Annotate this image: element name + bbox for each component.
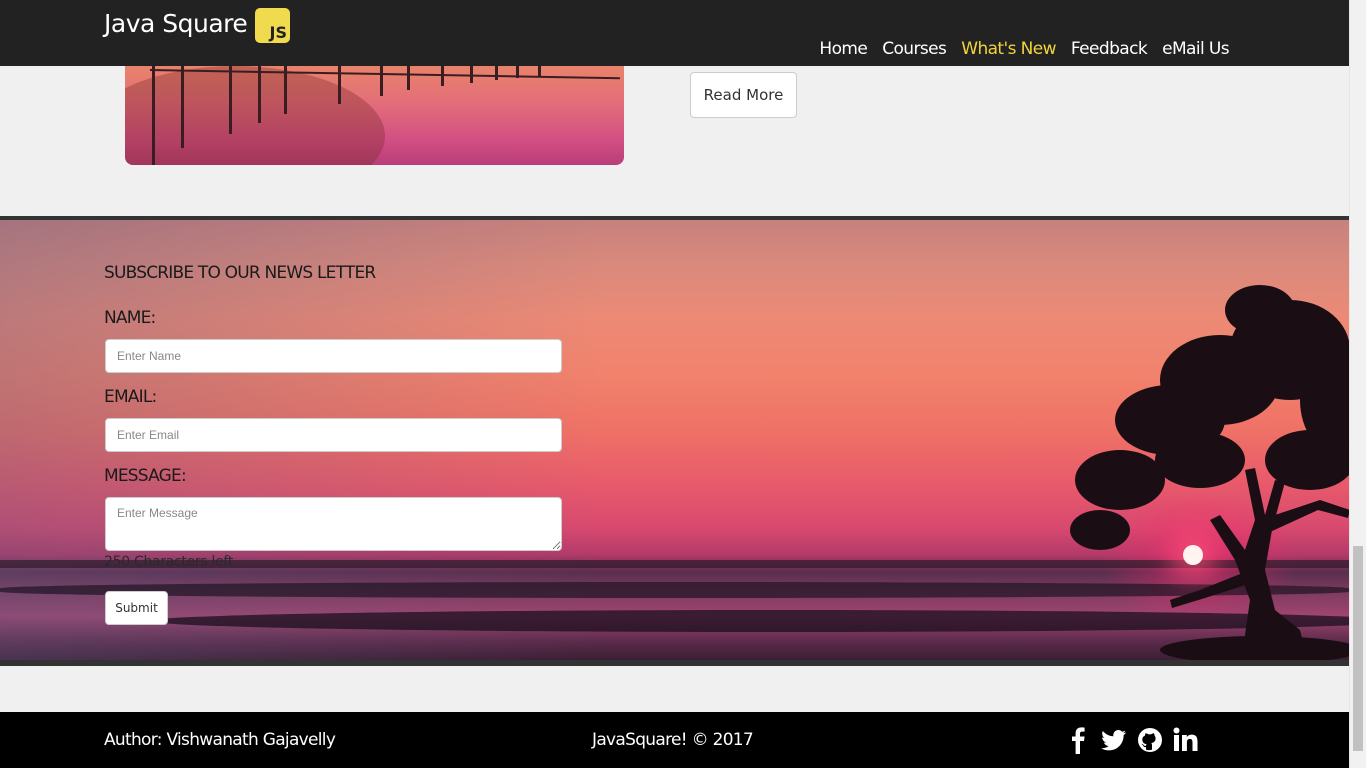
image-post (470, 66, 473, 83)
image-post (338, 66, 341, 104)
image-post (229, 66, 232, 134)
footer-copyright: JavaSquare! © 2017 (592, 730, 754, 750)
message-textarea[interactable] (105, 497, 562, 551)
page-scrollbar[interactable] (1349, 0, 1366, 768)
footer: Author: Vishwanath Gajavelly JavaSquare!… (0, 712, 1349, 768)
footer-author: Author: Vishwanath Gajavelly (104, 730, 336, 750)
brand-name[interactable]: Java Square (104, 6, 248, 42)
image-post (407, 66, 410, 90)
nav-link-feedback[interactable]: Feedback (1071, 39, 1148, 59)
name-input[interactable] (105, 339, 562, 373)
email-label: EMAIL: (104, 387, 157, 407)
image-post (258, 66, 261, 123)
image-post (181, 66, 184, 148)
nav-link-email-us[interactable]: eMail Us (1162, 39, 1230, 59)
scrollbar-thumb[interactable] (1353, 546, 1363, 751)
newsletter-section: SUBSCRIBE TO OUR NEWS LETTER NAME: EMAIL… (0, 216, 1349, 666)
nav-link-whats-new[interactable]: What's New (961, 39, 1056, 59)
js-logo-icon[interactable]: JS (255, 8, 290, 43)
article-image (125, 66, 624, 165)
social-links (1065, 726, 1199, 754)
characters-left-counter: 250 Characters left (104, 554, 234, 570)
image-post (152, 66, 155, 165)
submit-button[interactable]: Submit (105, 591, 168, 625)
nav-link-home[interactable]: Home (819, 39, 867, 59)
email-input[interactable] (105, 418, 562, 452)
image-post (538, 66, 541, 76)
github-icon[interactable] (1137, 726, 1163, 754)
tree-silhouette (1070, 285, 1349, 660)
image-post (441, 66, 444, 86)
facebook-icon[interactable] (1065, 726, 1091, 754)
linkedin-icon[interactable] (1173, 726, 1199, 754)
nav-links: Home Courses What's New Feedback eMail U… (819, 39, 1229, 59)
js-logo-text: JS (269, 23, 287, 42)
message-label: MESSAGE: (104, 466, 187, 486)
image-shore (125, 66, 385, 165)
read-more-button[interactable]: Read More (690, 72, 797, 118)
image-post (495, 66, 498, 80)
nav-link-courses[interactable]: Courses (882, 39, 947, 59)
image-post (380, 66, 383, 96)
image-post (516, 66, 519, 78)
image-post (284, 66, 287, 114)
newsletter-title: SUBSCRIBE TO OUR NEWS LETTER (104, 263, 376, 283)
twitter-icon[interactable] (1101, 726, 1127, 754)
name-label: NAME: (104, 308, 156, 328)
top-navbar: Java Square JS Home Courses What's New F… (0, 0, 1349, 66)
